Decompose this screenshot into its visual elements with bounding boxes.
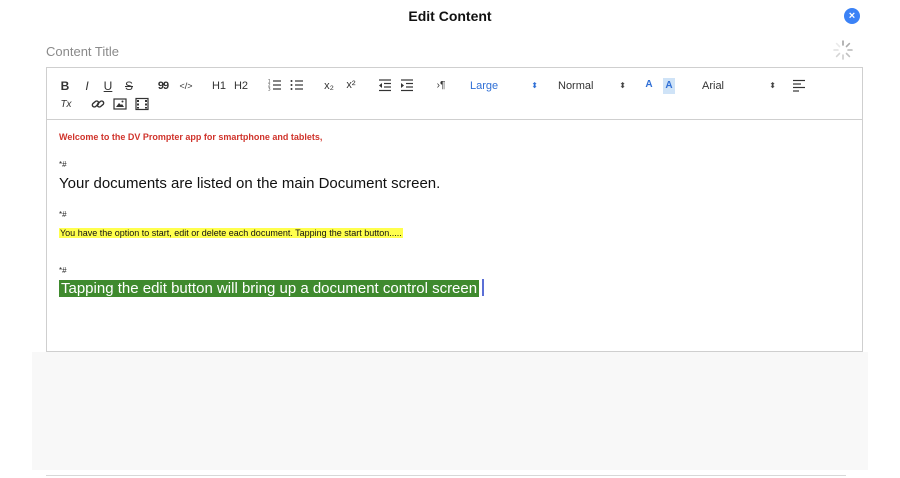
content-line-edit-wrap: Tapping the edit button will bring up a … [59,279,485,298]
editor-toolbar: B I U S 99 </> H1 H2 123 x₂ x² ›¶ Large … [47,68,862,120]
content-line-welcome: Welcome to the DV Prompter app for smart… [59,132,323,142]
content-marker: *# [59,266,67,275]
indent-icon[interactable] [400,78,414,94]
text-cursor [482,279,485,296]
svg-text:3: 3 [268,87,271,92]
close-icon[interactable]: × [844,8,860,24]
superscript-button[interactable]: x² [343,77,359,93]
subscript-button[interactable]: x₂ [321,78,337,94]
content-title-row [46,37,862,65]
divider [46,475,846,476]
align-icon[interactable] [792,78,806,94]
header-2-button[interactable]: H2 [233,78,249,94]
ordered-list-icon[interactable]: 123 [268,78,282,94]
font-select[interactable]: Arial ⬍ [702,78,776,94]
code-block-button[interactable]: </> [178,78,194,94]
chevron-updown-icon: ⬍ [531,81,538,90]
size-select[interactable]: Large ⬍ [470,78,538,94]
blockquote-button[interactable]: 99 [155,78,171,94]
chevron-updown-icon: ⬍ [769,81,776,90]
italic-button[interactable]: I [81,78,93,94]
link-icon[interactable] [91,97,105,113]
strike-button[interactable]: S [123,78,135,94]
content-marker: *# [59,160,67,169]
video-icon[interactable] [135,97,149,113]
header-1-button[interactable]: H1 [211,78,227,94]
chevron-updown-icon: ⬍ [619,81,626,90]
underline-button[interactable]: U [102,78,114,94]
header-select-value: Normal [558,80,594,92]
size-select-value: Large [470,80,499,92]
font-color-button[interactable]: A [643,77,655,93]
content-line-edit-selected: Tapping the edit button will bring up a … [59,280,480,297]
dialog-title: Edit Content [408,8,492,24]
bullet-list-icon[interactable] [290,78,304,94]
outdent-icon[interactable] [378,78,392,94]
rich-text-editor: B I U S 99 </> H1 H2 123 x₂ x² ›¶ Large … [46,67,863,352]
content-line-options-wrap: You have the option to start, edit or de… [59,223,403,241]
content-line-documents: Your documents are listed on the main Do… [59,175,441,192]
background-color-button[interactable]: A [663,78,675,94]
background-panel [32,352,868,470]
clean-format-button[interactable]: Tx [59,97,73,113]
header-select[interactable]: Normal ⬍ [558,78,626,94]
bold-button[interactable]: B [59,78,71,94]
loading-spinner-icon [833,40,853,60]
font-select-value: Arial [702,80,725,92]
content-title-input[interactable] [46,39,806,63]
text-direction-button[interactable]: ›¶ [433,78,449,94]
content-marker: *# [59,210,67,219]
dialog-header: Edit Content × [0,0,900,34]
image-icon[interactable] [113,97,127,113]
content-line-options: You have the option to start, edit or de… [59,228,403,238]
